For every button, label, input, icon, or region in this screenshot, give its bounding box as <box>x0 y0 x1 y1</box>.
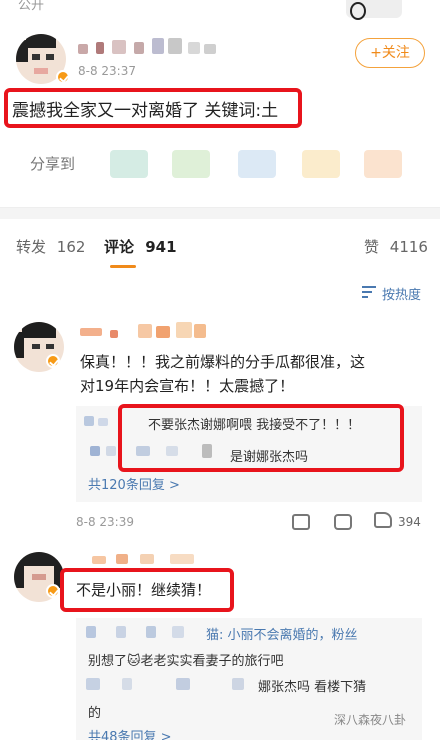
comment-text: 不是小丽！继续猜！ <box>76 581 212 599</box>
section-divider <box>0 207 440 219</box>
public-label: 公开 <box>18 0 45 13</box>
tab-likes[interactable]: 赞 4116 <box>364 236 428 257</box>
share-target-icon[interactable] <box>302 150 340 178</box>
post-text: 震撼我全家又一对离婚了 关键词:土 <box>12 101 279 121</box>
like-count: 394 <box>398 515 421 529</box>
share-target-icon[interactable] <box>172 150 210 178</box>
more-replies-link[interactable]: 共120条回复 > <box>88 474 180 493</box>
more-replies-link[interactable]: 共48条回复 > <box>88 726 172 740</box>
comment-line: 保真！！！我之前爆料的分手瓜都很准，这 <box>80 353 366 371</box>
tab-reposts[interactable]: 转发 162 <box>16 236 85 257</box>
vip-badge-icon <box>46 584 60 598</box>
avatar[interactable] <box>346 0 402 20</box>
tab-label: 赞 <box>364 238 380 256</box>
watermark: 深八森夜八卦 <box>334 713 407 727</box>
share-target-icon[interactable] <box>110 150 148 178</box>
active-tab-indicator <box>110 265 136 268</box>
reply-text: 别想了🐱老老实实看妻子的旅行吧 <box>88 654 284 669</box>
reply-text: 猫: 小丽不会离婚的，粉丝 <box>206 628 358 643</box>
tab-label: 转发 <box>16 238 47 256</box>
tab-comments[interactable]: 评论 941 <box>104 236 177 257</box>
reply-text: 是谢娜张杰吗 <box>230 450 309 465</box>
tab-count: 162 <box>56 238 86 256</box>
sort-button[interactable]: 按热度 <box>362 284 421 303</box>
comment-icon[interactable] <box>334 514 352 530</box>
follow-button[interactable]: +关注 <box>355 38 425 68</box>
like-icon[interactable] <box>374 512 392 528</box>
top-strip: 公开 <box>0 0 440 20</box>
comment-line: 对19年内会宣布！！太震撼了！ <box>80 377 295 395</box>
tab-count: 4116 <box>389 238 428 256</box>
tab-bar: 转发 162 评论 941 赞 4116 <box>0 236 440 262</box>
share-label: 分享到 <box>30 155 76 173</box>
tab-label: 评论 <box>104 238 135 256</box>
vip-badge-icon <box>56 70 70 84</box>
share-target-icon[interactable] <box>238 150 276 178</box>
comment-timestamp: 8-8 23:39 <box>76 515 134 529</box>
post-timestamp: 8-8 23:37 <box>78 64 136 78</box>
comment-text: 保真！！！我之前爆料的分手瓜都很准，这 对19年内会宣布！！太震撼了！ <box>80 350 420 398</box>
share-target-icon[interactable] <box>364 150 402 178</box>
repost-icon[interactable] <box>292 514 310 530</box>
reply-text: 不要张杰谢娜啊喂 我接受不了！！！ <box>148 418 361 433</box>
tab-count: 941 <box>145 238 177 256</box>
vip-badge-icon <box>46 354 60 368</box>
reply-text: 的 <box>88 706 102 721</box>
reply-text: 娜张杰吗 看楼下猜 <box>258 680 367 695</box>
